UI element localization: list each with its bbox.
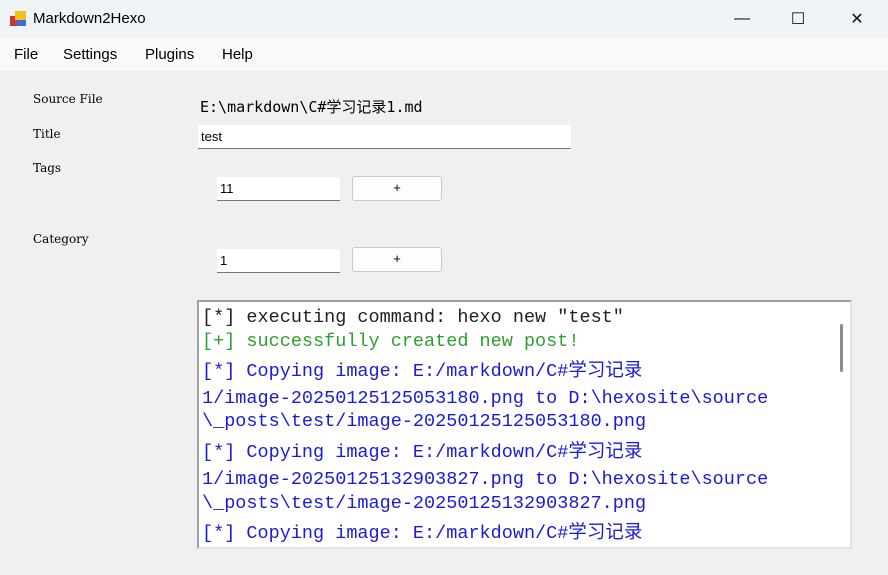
- maximize-button[interactable]: ☐: [775, 0, 821, 38]
- add-tag-button[interactable]: +: [352, 176, 442, 201]
- title-input[interactable]: [198, 125, 571, 149]
- app-icon: [10, 11, 26, 26]
- menu-file[interactable]: File: [14, 46, 38, 63]
- minimize-button[interactable]: —: [719, 0, 765, 38]
- menu-help[interactable]: Help: [222, 46, 253, 63]
- output-log[interactable]: [*] executing command: hexo new "test" […: [197, 300, 852, 549]
- log-line: \_posts\test/image-20250125125053180.png: [202, 411, 647, 432]
- log-line: \_posts\test/image-20250125132903827.png: [202, 493, 647, 514]
- log-line: [*] executing command: hexo new "test": [202, 307, 624, 328]
- log-line: [*] Copying image: E:/markdown/C#学习记录: [202, 442, 643, 463]
- tags-label: Tags: [33, 161, 62, 175]
- title-label: Title: [33, 127, 61, 141]
- scrollbar-thumb[interactable]: [840, 324, 843, 372]
- log-line: [+] successfully created new post!: [202, 331, 580, 352]
- category-label: Category: [33, 232, 89, 246]
- close-button[interactable]: ✕: [834, 0, 880, 38]
- menu-plugins[interactable]: Plugins: [145, 46, 194, 63]
- menu-bar: File Settings Plugins Help: [0, 38, 888, 71]
- log-line: 1/image-20250125125053180.png to D:\hexo…: [202, 388, 769, 409]
- add-category-button[interactable]: +: [352, 247, 442, 272]
- log-line: 1/image-20250125132903827.png to D:\hexo…: [202, 469, 769, 490]
- category-input[interactable]: [217, 249, 340, 273]
- log-scrollbar[interactable]: [833, 302, 850, 547]
- log-line: [*] Copying image: E:/markdown/C#学习记录: [202, 523, 643, 544]
- source-file-label: Source File: [33, 92, 103, 106]
- log-line: [*] Copying image: E:/markdown/C#学习记录: [202, 361, 643, 382]
- tags-input[interactable]: [217, 177, 340, 201]
- menu-settings[interactable]: Settings: [63, 46, 117, 63]
- window-title: Markdown2Hexo: [33, 10, 146, 27]
- source-file-path: E:\markdown\C#学习记录1.md: [200, 98, 423, 116]
- title-bar: Markdown2Hexo — ☐ ✕: [0, 0, 888, 38]
